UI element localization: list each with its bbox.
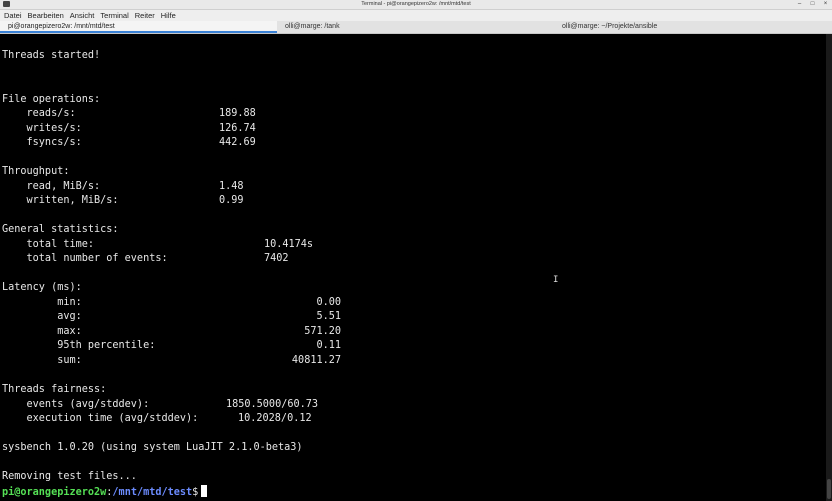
text-cursor (201, 485, 208, 497)
menu-ansicht[interactable]: Ansicht (70, 10, 95, 21)
read-mib-value: 1.48 (219, 181, 244, 192)
file-ops-header: File operations: (2, 94, 101, 105)
tab-label: olli@marge: /tank (285, 23, 340, 30)
reads-value: 189.88 (219, 108, 256, 119)
fairness-exec-label: execution time (avg/stddev): (2, 413, 199, 424)
window-title: Terminal - pi@orangepizero2w: /mnt/mtd/t… (361, 1, 471, 7)
writes-label: writes/s: (2, 123, 82, 134)
sysbench-version-line: sysbench 1.0.20 (using system LuaJIT 2.1… (2, 442, 303, 453)
latency-sum-label: sum: (2, 355, 82, 366)
menu-hilfe[interactable]: Hilfe (161, 10, 176, 21)
threads-started-line: Threads started! (2, 50, 101, 61)
terminal-output-area[interactable] (0, 34, 826, 501)
written-mib-value: 0.99 (219, 195, 244, 206)
maximize-icon[interactable]: □ (809, 0, 816, 9)
fairness-header: Threads fairness: (2, 384, 107, 395)
total-events-value: 7402 (264, 253, 289, 264)
latency-sum-value: 40811.27 (291, 355, 341, 366)
fsyncs-value: 442.69 (219, 137, 256, 148)
terminal-scrollbar[interactable] (826, 34, 832, 501)
latency-min-label: min: (2, 297, 82, 308)
tab-label: pi@orangepizero2w: /mnt/mtd/test (8, 23, 115, 30)
tab-label: olli@marge: ~/Projekte/ansible (562, 23, 658, 30)
menu-bearbeiten[interactable]: Bearbeiten (28, 10, 64, 21)
fsyncs-label: fsyncs/s: (2, 137, 82, 148)
latency-p95-value: 0.11 (316, 340, 341, 351)
prompt-path: /mnt/mtd/test (112, 487, 193, 498)
mouse-ibeam-cursor-icon: I (553, 275, 559, 285)
removing-files-line: Removing test files... (2, 471, 137, 482)
reads-label: reads/s: (2, 108, 76, 119)
general-stats-header: General statistics: (2, 224, 119, 235)
throughput-header: Throughput: (2, 166, 70, 177)
menu-bar: Datei Bearbeiten Ansicht Terminal Reiter… (0, 10, 832, 21)
tab-marge-ansible[interactable]: olli@marge: ~/Projekte/ansible (554, 21, 832, 33)
latency-avg-value: 5.51 (316, 311, 341, 322)
menu-datei[interactable]: Datei (4, 10, 22, 21)
prompt-symbol: $ (192, 487, 199, 498)
window-titlebar: Terminal - pi@orangepizero2w: /mnt/mtd/t… (0, 0, 832, 10)
writes-value: 126.74 (219, 123, 256, 134)
fairness-events-value: 1850.5000/60.73 (226, 399, 319, 410)
close-icon[interactable]: × (822, 0, 829, 9)
fairness-exec-value: 10.2028/0.12 (238, 413, 312, 424)
latency-max-label: max: (2, 326, 82, 337)
total-time-value: 10.4174s (264, 239, 314, 250)
tab-bar: pi@orangepizero2w: /mnt/mtd/test olli@ma… (0, 21, 832, 34)
read-mib-label: read, MiB/s: (2, 181, 101, 192)
fairness-events-label: events (avg/stddev): (2, 399, 150, 410)
latency-max-value: 571.20 (304, 326, 341, 337)
shell-prompt[interactable]: pi@orangepizero2w:/mnt/mtd/test$ (2, 485, 208, 500)
total-events-label: total number of events: (2, 253, 168, 264)
prompt-user: pi@orangepizero2w (2, 487, 107, 498)
latency-min-value: 0.00 (316, 297, 341, 308)
menu-terminal[interactable]: Terminal (100, 10, 128, 21)
latency-avg-label: avg: (2, 311, 82, 322)
written-mib-label: written, MiB/s: (2, 195, 119, 206)
minimize-icon[interactable]: – (796, 0, 803, 9)
latency-header: Latency (ms): (2, 282, 82, 293)
menu-reiter[interactable]: Reiter (135, 10, 155, 21)
tab-marge-tank[interactable]: olli@marge: /tank (277, 21, 554, 33)
scrollbar-thumb[interactable] (827, 479, 831, 499)
total-time-label: total time: (2, 239, 95, 250)
tab-orangepi-test[interactable]: pi@orangepizero2w: /mnt/mtd/test (0, 21, 277, 33)
latency-p95-label: 95th percentile: (2, 340, 156, 351)
